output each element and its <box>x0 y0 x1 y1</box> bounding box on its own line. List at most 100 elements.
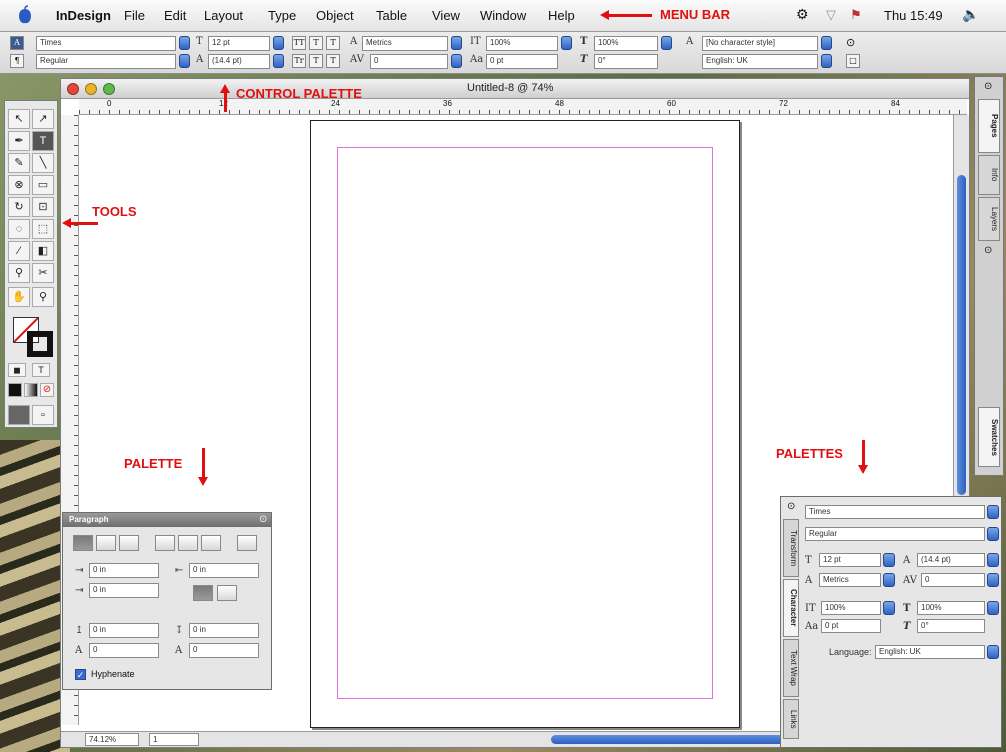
pen-tool-icon[interactable]: ✒ <box>8 131 30 151</box>
char-baseline-field[interactable]: 0 pt <box>821 619 881 633</box>
font-family-dropdown[interactable] <box>179 36 190 50</box>
rotate-tool-icon[interactable]: ↻ <box>8 197 30 217</box>
font-family-field[interactable]: Times <box>36 36 176 51</box>
baseline-shift-field[interactable]: 0 pt <box>486 54 558 69</box>
justify-center-button[interactable] <box>178 535 198 551</box>
line-tool-icon[interactable]: ╲ <box>32 153 54 173</box>
paragraph-mode-icon[interactable]: ¶ <box>10 54 24 68</box>
vertical-scale-dropdown[interactable] <box>561 36 572 50</box>
character-mode-icon[interactable]: A <box>10 36 24 50</box>
horizontal-ruler[interactable]: 0 12 24 36 48 60 72 84 <box>79 99 967 115</box>
justify-all-button[interactable] <box>237 535 257 551</box>
dock-tab-info[interactable]: Info <box>978 155 1000 195</box>
strikethrough-button[interactable]: T <box>326 54 340 68</box>
dock-tab-pages[interactable]: Pages <box>978 99 1000 153</box>
scissors-tool-icon[interactable]: ✂ <box>32 263 54 283</box>
apply-gradient-icon[interactable] <box>24 383 38 397</box>
close-window-button[interactable] <box>67 83 79 95</box>
char-font-field[interactable]: Times <box>805 505 985 519</box>
leading-field[interactable]: (14.4 pt) <box>208 54 270 69</box>
vertical-scroll-thumb[interactable] <box>957 175 966 495</box>
align-center-button[interactable] <box>96 535 116 551</box>
character-style-dropdown[interactable] <box>821 36 832 50</box>
button-tool-icon[interactable]: ⚲ <box>8 263 30 283</box>
tracking-field[interactable]: 0 <box>370 54 448 69</box>
apply-color-icon[interactable] <box>8 383 22 397</box>
script-menu-icon[interactable]: ⚙ <box>796 6 809 23</box>
font-style-field[interactable]: Regular <box>36 54 176 69</box>
character-style-field[interactable]: [No character style] <box>702 36 818 51</box>
palette-options-icon[interactable]: ⊙ <box>259 514 267 525</box>
menu-edit[interactable]: Edit <box>164 8 186 23</box>
stroke-swatch-icon[interactable] <box>27 331 53 357</box>
left-indent-field[interactable]: 0 in <box>89 563 159 578</box>
char-tracking-dropdown[interactable] <box>987 573 999 587</box>
space-after-field[interactable]: 0 in <box>189 623 259 638</box>
leading-dropdown[interactable] <box>273 54 284 68</box>
zoom-window-button[interactable] <box>103 83 115 95</box>
char-kerning-dropdown[interactable] <box>883 573 895 587</box>
direct-selection-tool-icon[interactable]: ↗ <box>32 109 54 129</box>
menu-help[interactable]: Help <box>548 8 575 23</box>
char-style-dropdown[interactable] <box>987 527 999 541</box>
dock-options-icon[interactable]: ⊙ <box>984 81 992 92</box>
gradient-tool-icon[interactable]: ◧ <box>32 241 54 261</box>
paragraph-palette-tab[interactable]: Paragraph <box>63 513 271 527</box>
status-icon[interactable]: ▽ <box>826 7 836 23</box>
horizontal-scale-field[interactable]: 100% <box>594 36 658 51</box>
char-skew-field[interactable]: 0° <box>917 619 985 633</box>
document-page[interactable] <box>310 120 740 728</box>
zoom-tool-icon[interactable]: ⚲ <box>32 287 54 307</box>
clock[interactable]: Thu 15:49 <box>884 8 943 23</box>
char-leading-field[interactable]: (14.4 pt) <box>917 553 985 567</box>
skew-field[interactable]: 0° <box>594 54 658 69</box>
menu-object[interactable]: Object <box>316 8 354 23</box>
align-right-button[interactable] <box>119 535 139 551</box>
selection-tool-icon[interactable]: ↖ <box>8 109 30 129</box>
char-kerning-field[interactable]: Metrics <box>819 573 881 587</box>
kerning-dropdown[interactable] <box>451 36 462 50</box>
rectangle-tool-icon[interactable]: ▭ <box>32 175 54 195</box>
all-caps-button[interactable]: TT <box>292 36 306 50</box>
page-number-field[interactable]: 1 <box>149 733 199 746</box>
menu-file[interactable]: File <box>124 8 145 23</box>
apple-menu-icon[interactable] <box>14 4 36 26</box>
menu-view[interactable]: View <box>432 8 460 23</box>
horizontal-scale-dropdown[interactable] <box>661 36 672 50</box>
menu-layout[interactable]: Layout <box>204 8 243 23</box>
shear-tool-icon[interactable]: ◌ <box>8 219 30 239</box>
formatting-text-icon[interactable]: T <box>32 363 50 377</box>
drop-cap-lines-field[interactable]: 0 <box>89 643 159 658</box>
apply-none-icon[interactable]: ⊘ <box>40 383 54 397</box>
dock-options-icon[interactable]: ⊙ <box>984 245 992 256</box>
preview-view-icon[interactable]: ▫ <box>32 405 54 425</box>
hyphenate-checkbox[interactable]: ✓ <box>75 669 86 680</box>
flag-icon[interactable]: ⚑ <box>850 7 862 23</box>
menu-window[interactable]: Window <box>480 8 526 23</box>
menu-type[interactable]: Type <box>268 8 296 23</box>
minimize-window-button[interactable] <box>85 83 97 95</box>
char-size-field[interactable]: 12 pt <box>819 553 881 567</box>
new-page-icon[interactable]: □ <box>846 54 860 68</box>
char-language-dropdown[interactable] <box>987 645 999 659</box>
char-language-field[interactable]: English: UK <box>875 645 985 659</box>
first-line-indent-field[interactable]: 0 in <box>89 583 159 598</box>
right-indent-field[interactable]: 0 in <box>189 563 259 578</box>
app-menu[interactable]: InDesign <box>56 8 111 23</box>
char-vscale-field[interactable]: 100% <box>821 601 881 615</box>
align-left-button[interactable] <box>73 535 93 551</box>
menu-table[interactable]: Table <box>376 8 407 23</box>
char-hscale-dropdown[interactable] <box>987 601 999 615</box>
tab-character[interactable]: Character <box>783 579 799 637</box>
eyedropper-tool-icon[interactable]: ⁄ <box>8 241 30 261</box>
justify-left-button[interactable] <box>155 535 175 551</box>
tab-transform[interactable]: Transform <box>783 519 799 577</box>
volume-icon[interactable]: 🔈 <box>962 6 979 23</box>
char-font-dropdown[interactable] <box>987 505 999 519</box>
formatting-container-icon[interactable]: ◼ <box>8 363 26 377</box>
character-palette-options-icon[interactable]: ⊙ <box>787 501 795 512</box>
char-size-dropdown[interactable] <box>883 553 895 567</box>
language-dropdown[interactable] <box>821 54 832 68</box>
subscript-button[interactable]: T <box>309 54 323 68</box>
vertical-scale-field[interactable]: 100% <box>486 36 558 51</box>
